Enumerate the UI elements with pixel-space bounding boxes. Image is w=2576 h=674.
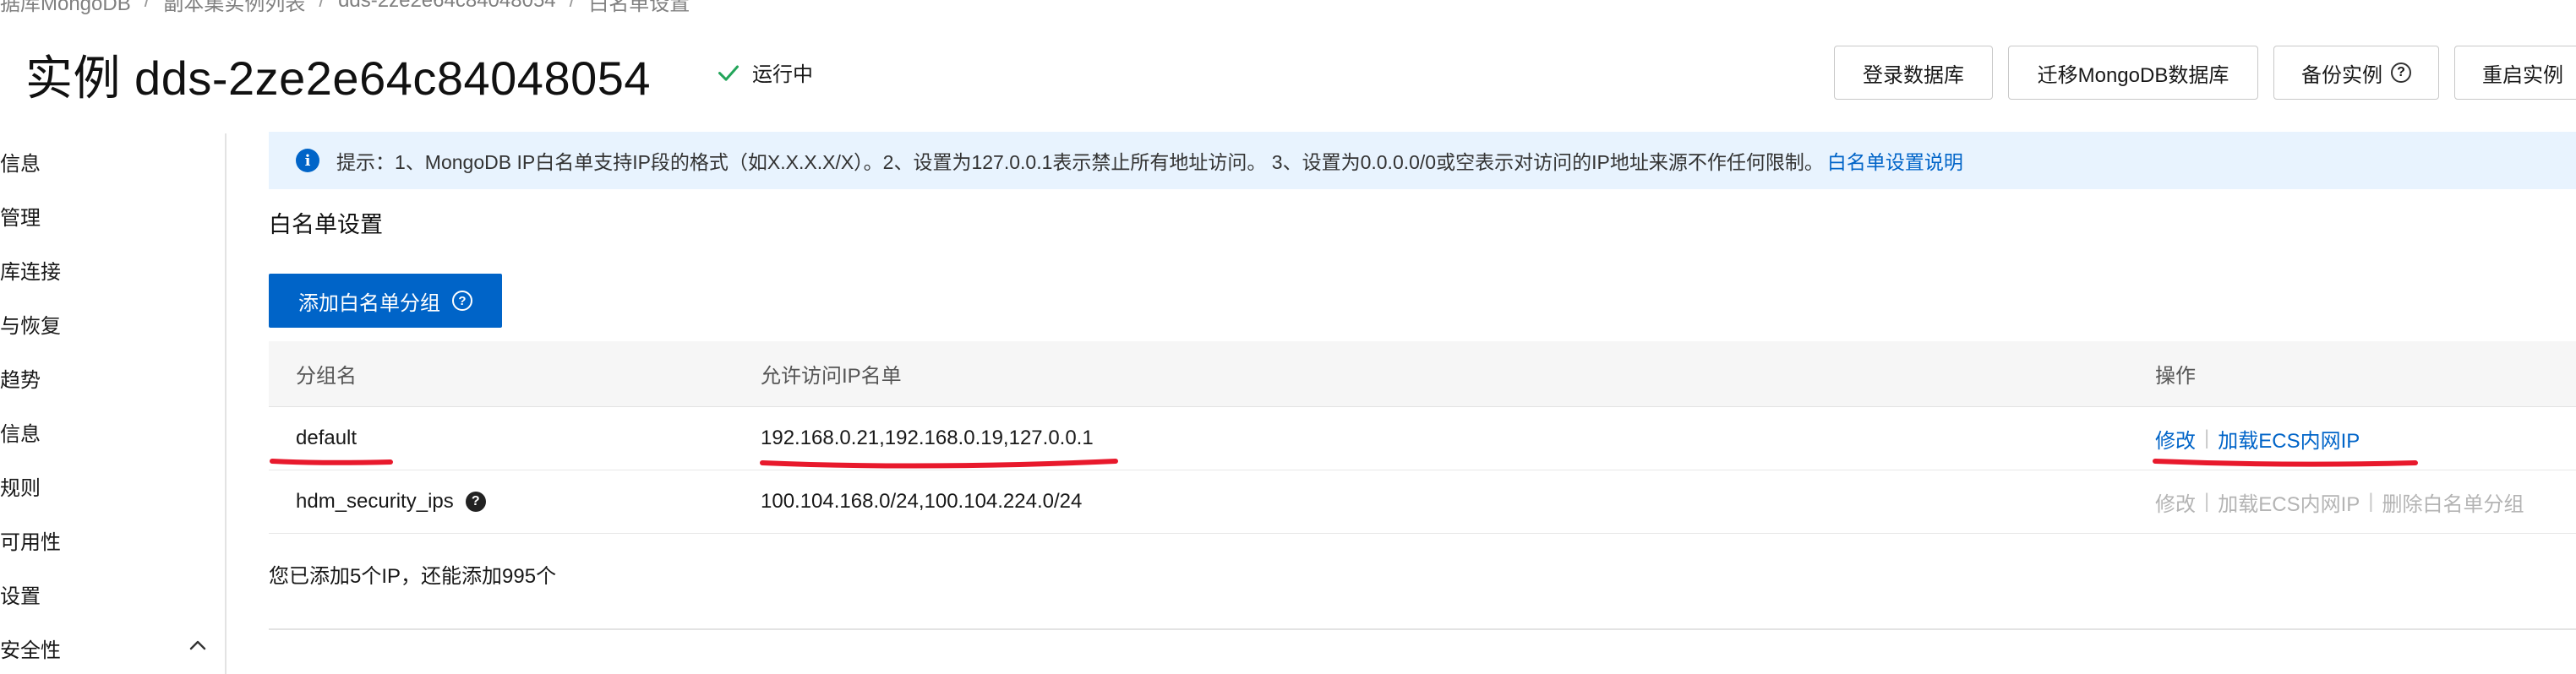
load-ecs-ip-link-disabled: 加载ECS内网IP [2218, 492, 2360, 516]
breadcrumb-item-replica-list[interactable]: 副本集实例列表 [163, 0, 305, 16]
info-icon: i [296, 149, 319, 172]
sidebar-item-security[interactable]: 安全性 [0, 633, 61, 663]
column-header-ips: 允许访问IP名单 [761, 365, 902, 388]
breadcrumb: 据库MongoDB / 副本集实例列表 / dds-2ze2e64c840480… [0, 0, 690, 15]
sidebar-item-account-management[interactable]: 管理 [0, 201, 41, 231]
group-name: hdm_security_ips ? [296, 470, 486, 533]
sidebar-item-basic-info[interactable]: 信息 [0, 147, 41, 177]
load-ecs-ip-link[interactable]: 加载ECS内网IP [2218, 424, 2360, 454]
help-icon[interactable]: ? [465, 492, 486, 512]
whitelist-table: 分组名 允许访问IP名单 操作 default 192.168.0.21,192… [269, 341, 2576, 534]
sidebar-item-backup-restore[interactable]: 与恢复 [0, 309, 61, 339]
sidebar-item-availability[interactable]: 可用性 [0, 525, 61, 555]
add-whitelist-group-button[interactable]: 添加白名单分组 ? [269, 274, 502, 328]
breadcrumb-separator: / [144, 0, 150, 12]
edit-link[interactable]: 修改 [2155, 424, 2196, 454]
add-whitelist-group-label: 添加白名单分组 [298, 291, 440, 315]
sidebar-item-alert-info[interactable]: 信息 [0, 417, 41, 447]
help-icon[interactable]: ? [2391, 63, 2411, 83]
breadcrumb-separator: / [569, 0, 576, 12]
backup-instance-label: 备份实例 [2301, 63, 2382, 87]
restart-instance-button[interactable]: 重启实例 [2454, 46, 2576, 100]
row-actions: 修改 | 加载ECS内网IP | 删除白名单分组 [2155, 470, 2524, 533]
breadcrumb-item-database[interactable]: 据库MongoDB [0, 0, 131, 16]
page-title: 实例 dds-2ze2e64c84048054 [25, 52, 652, 105]
sidebar: 信息 管理 库连接 与恢复 趋势 信息 规则 可用性 设置 安全性 [0, 133, 226, 674]
help-icon[interactable]: ? [452, 291, 472, 311]
status-text: 运行中 [752, 63, 813, 86]
whitelist-help-link[interactable]: 白名单设置说明 [1827, 146, 1963, 175]
edit-link-disabled: 修改 [2155, 492, 2196, 516]
ip-list: 192.168.0.21,192.168.0.19,127.0.0.1 [761, 427, 1094, 449]
sidebar-item-settings[interactable]: 设置 [0, 579, 41, 609]
sidebar-item-rules[interactable]: 规则 [0, 471, 41, 501]
table-header: 分组名 允许访问IP名单 操作 [269, 341, 2576, 407]
delete-group-link-disabled: 删除白名单分组 [2382, 492, 2524, 516]
header-actions: 登录数据库 迁移MongoDB数据库 备份实例 ? 重启实例 [1834, 46, 2576, 100]
breadcrumb-item-instance[interactable]: dds-2ze2e64c84048054 [338, 0, 556, 13]
table-row: default 192.168.0.21,192.168.0.19,127.0.… [269, 407, 2576, 470]
breadcrumb-item-current: 白名单设置 [588, 0, 690, 15]
action-divider: | [2204, 427, 2210, 449]
sidebar-item-database-connection[interactable]: 库连接 [0, 255, 61, 285]
sidebar-item-monitoring-trend[interactable]: 趋势 [0, 363, 41, 393]
column-header-actions: 操作 [2155, 365, 2196, 388]
login-database-button[interactable]: 登录数据库 [1834, 46, 1993, 100]
backup-instance-button[interactable]: 备份实例 ? [2273, 46, 2439, 100]
action-divider: | [2368, 490, 2374, 513]
check-icon [718, 64, 740, 81]
chevron-up-icon[interactable] [188, 635, 208, 655]
group-name: default [296, 427, 357, 449]
ip-count-summary: 您已添加5个IP，还能添加995个 [269, 565, 557, 588]
status-indicator: 运行中 [717, 57, 813, 87]
action-divider: | [2204, 490, 2210, 513]
breadcrumb-separator: / [319, 0, 325, 12]
migrate-mongodb-button[interactable]: 迁移MongoDB数据库 [2008, 46, 2258, 100]
row-actions: 修改 | 加载ECS内网IP [2155, 407, 2360, 470]
divider [269, 628, 2576, 630]
info-banner: i 提示：1、MongoDB IP白名单支持IP段的格式（如X.X.X.X/X）… [269, 132, 2576, 189]
group-name-text: hdm_security_ips [296, 490, 454, 513]
column-header-group: 分组名 [296, 365, 357, 388]
info-text: 提示：1、MongoDB IP白名单支持IP段的格式（如X.X.X.X/X）。2… [336, 151, 1824, 173]
ip-list: 100.104.168.0/24,100.104.224.0/24 [761, 490, 1083, 513]
section-title: 白名单设置 [269, 212, 383, 237]
table-row: hdm_security_ips ? 100.104.168.0/24,100.… [269, 470, 2576, 534]
